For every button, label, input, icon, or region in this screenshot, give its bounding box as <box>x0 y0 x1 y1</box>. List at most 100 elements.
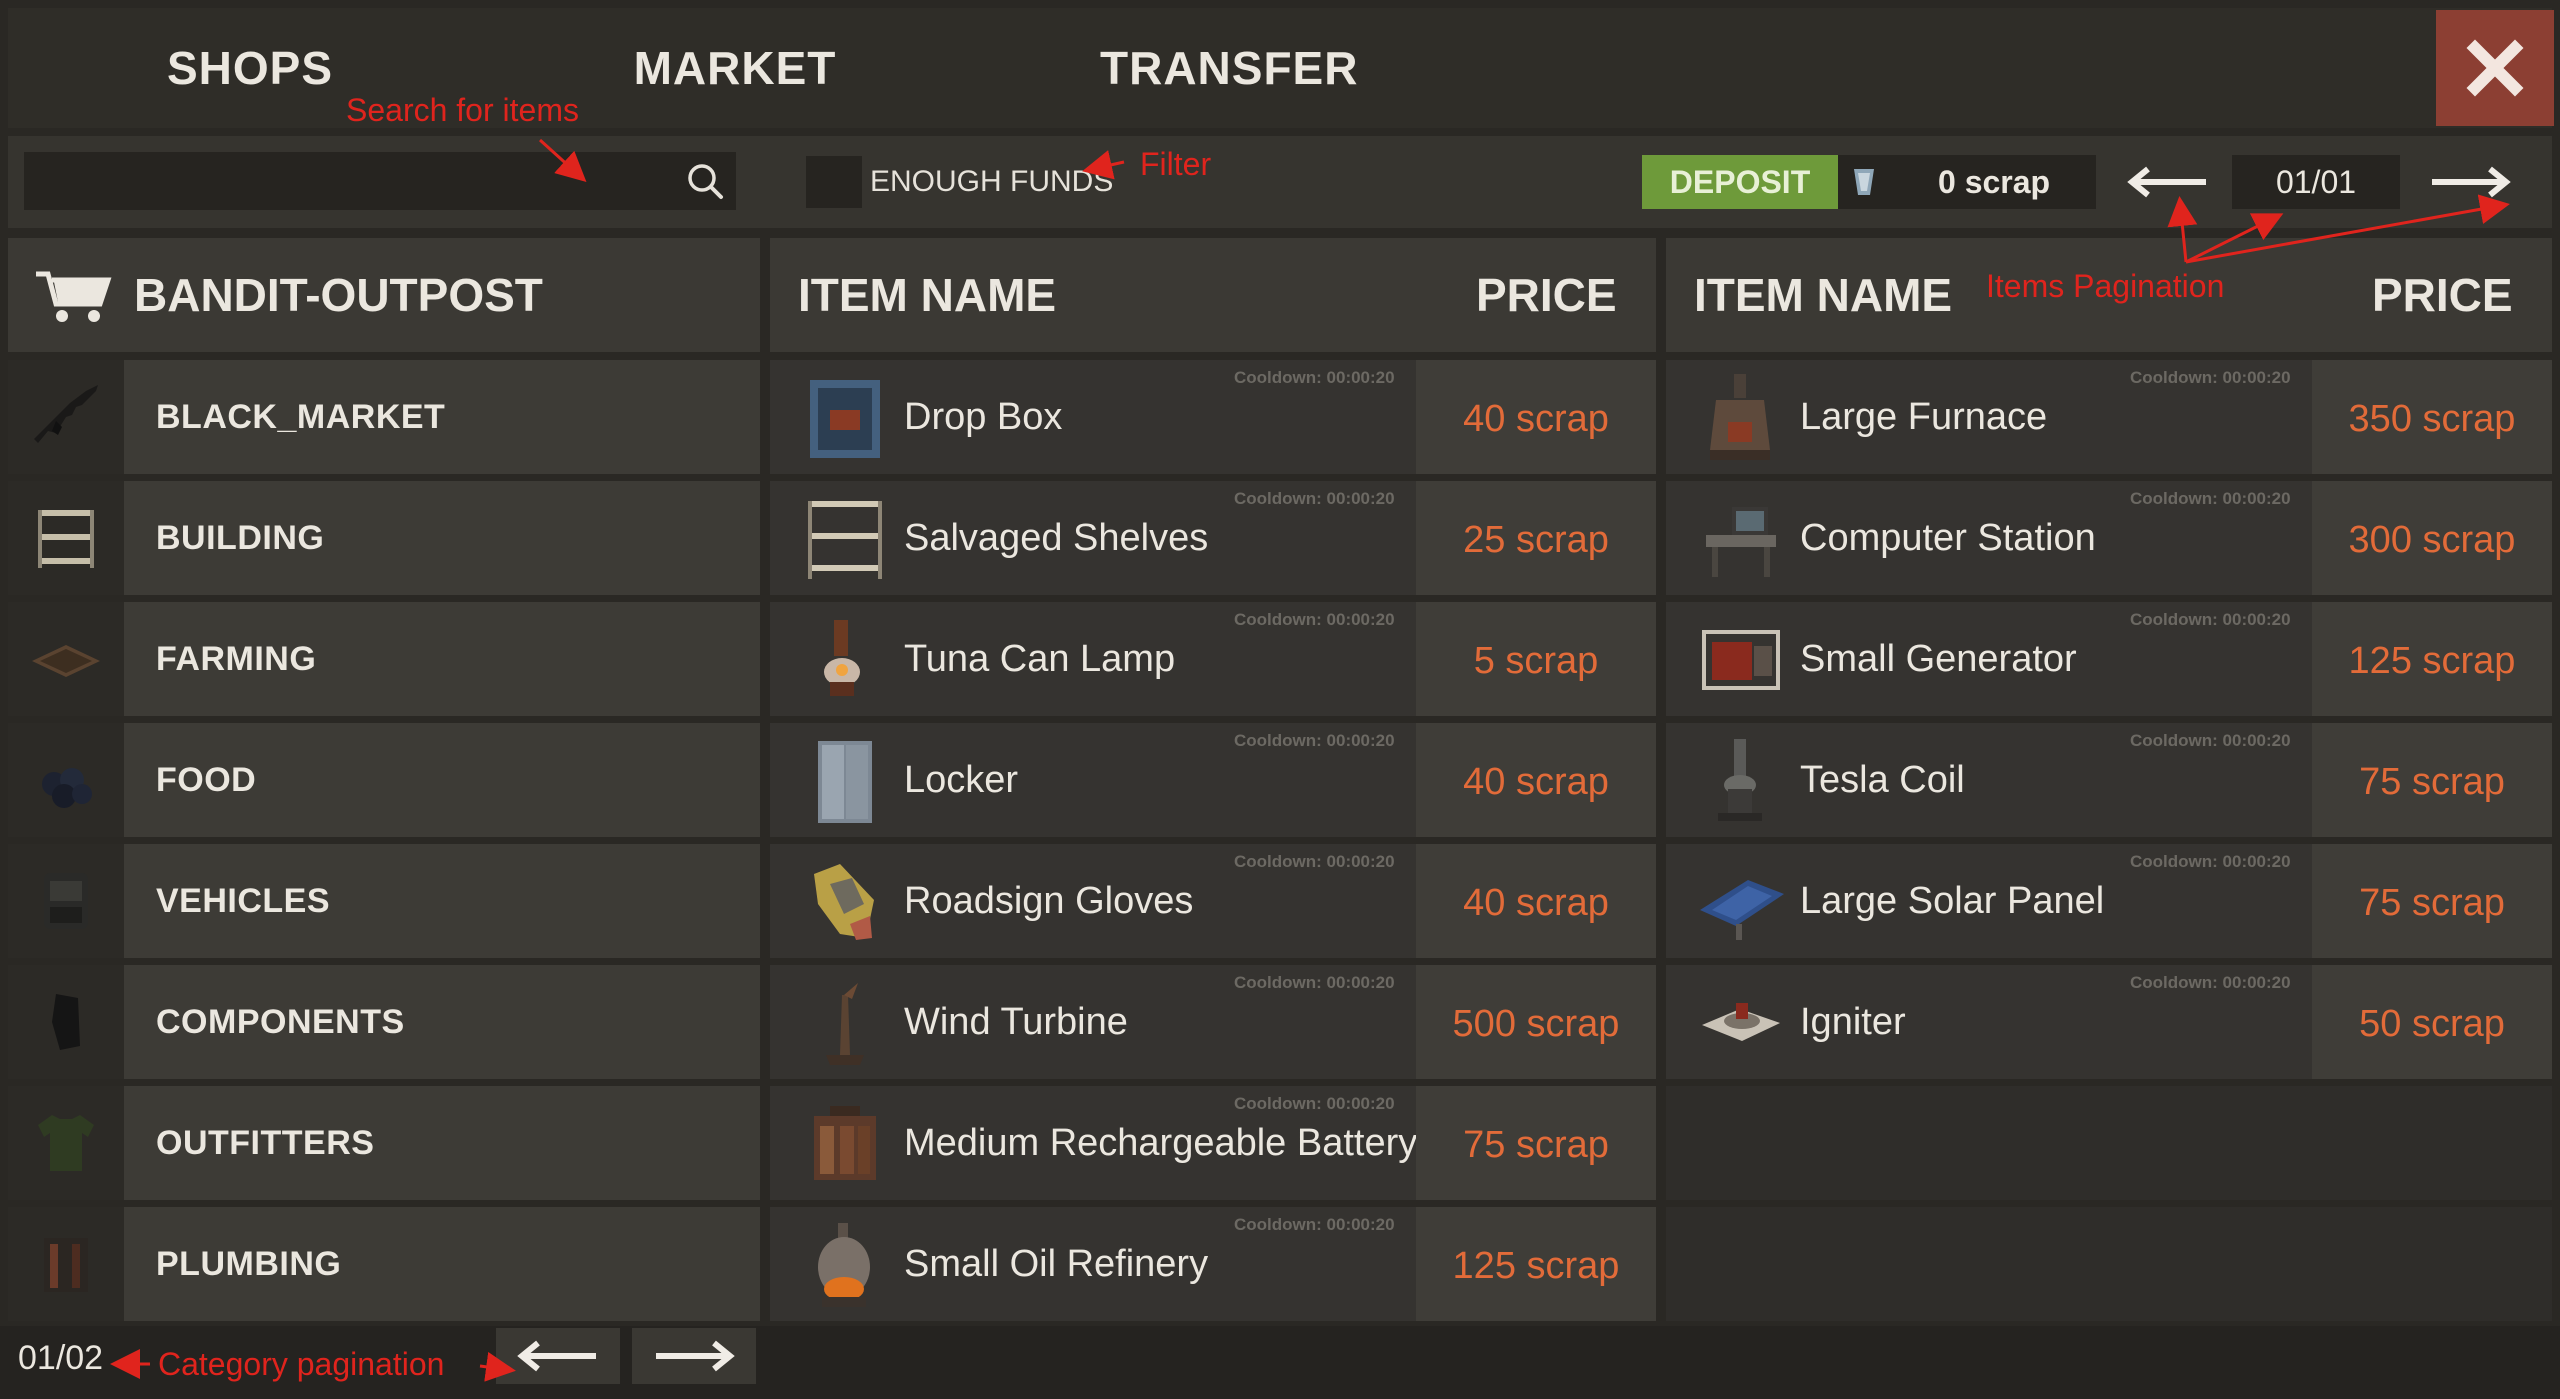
item-price: 75 scrap <box>1463 1124 1609 1166</box>
category-plumbing[interactable]: PLUMBING <box>8 1207 760 1321</box>
item-price: 350 scrap <box>2348 398 2516 440</box>
category-label: COMPONENTS <box>156 1003 405 1041</box>
item-row-tuna-can-lamp[interactable]: Tuna Can Lamp Cooldown: 00:00:20 5 scrap <box>770 602 1656 716</box>
item-cooldown: Cooldown: 00:00:20 <box>1234 852 1395 871</box>
empty-item-slot <box>1666 1086 2552 1200</box>
item-price: 25 scrap <box>1463 519 1609 561</box>
item-name: Wind Turbine <box>904 1001 1128 1043</box>
item-row-salvaged-shelves[interactable]: Salvaged Shelves Cooldown: 00:00:20 25 s… <box>770 481 1656 595</box>
shelves-icon <box>808 501 882 579</box>
search-icon[interactable] <box>684 160 726 202</box>
shirt-icon <box>38 1115 94 1171</box>
cart-icon <box>36 271 112 322</box>
tab-transfer[interactable]: TRANSFER <box>1100 8 1357 128</box>
item-price: 40 scrap <box>1463 882 1609 924</box>
item-name: Large Solar Panel <box>1800 880 2105 922</box>
item-price: 125 scrap <box>1452 1245 1620 1287</box>
category-page-indicator: 01/02 <box>18 1339 104 1377</box>
scrap-icon <box>1854 169 1874 195</box>
item-name: Tesla Coil <box>1800 759 1965 801</box>
item-row-roadsign-gloves[interactable]: Roadsign Gloves Cooldown: 00:00:20 40 sc… <box>770 844 1656 958</box>
item-name: Salvaged Shelves <box>904 517 1209 559</box>
enough-funds-checkbox[interactable] <box>806 156 862 208</box>
item-price: 50 scrap <box>2359 1003 2505 1045</box>
item-row-wind-turbine[interactable]: Wind Turbine Cooldown: 00:00:20 500 scra… <box>770 965 1656 1079</box>
solar-panel-icon <box>1700 880 1784 940</box>
category-outfitters[interactable]: OUTFITTERS <box>8 1086 760 1200</box>
item-row-computer-station[interactable]: Computer Station Cooldown: 00:00:20 300 … <box>1666 481 2552 595</box>
berries-icon <box>42 768 92 808</box>
item-price: 75 scrap <box>2359 882 2505 924</box>
wind-turbine-icon <box>826 983 864 1065</box>
item-name: Small Generator <box>1800 638 2077 680</box>
items-prev-page-button[interactable] <box>2118 155 2218 209</box>
category-label: OUTFITTERS <box>156 1124 375 1162</box>
search-input[interactable] <box>24 152 664 210</box>
item-row-small-generator[interactable]: Small Generator Cooldown: 00:00:20 125 s… <box>1666 602 2552 716</box>
item-price: 5 scrap <box>1473 640 1599 682</box>
category-prev-page-button[interactable] <box>496 1328 620 1384</box>
arrow-right-icon <box>656 1340 735 1372</box>
category-label: BUILDING <box>156 519 325 557</box>
rifle-icon <box>34 385 98 443</box>
price-header: PRICE <box>1476 269 1617 321</box>
category-label: BLACK_MARKET <box>156 398 446 436</box>
shop-name: BANDIT-OUTPOST <box>134 269 543 321</box>
item-row-igniter[interactable]: Igniter Cooldown: 00:00:20 50 scrap <box>1666 965 2552 1079</box>
tesla-coil-icon <box>1718 739 1762 821</box>
item-price: 40 scrap <box>1463 761 1609 803</box>
item-cooldown: Cooldown: 00:00:20 <box>2130 368 2291 387</box>
drop-box-icon <box>810 380 880 458</box>
items-next-page-button[interactable] <box>2420 155 2520 209</box>
category-label: VEHICLES <box>156 882 331 920</box>
item-name: Small Oil Refinery <box>904 1243 1209 1285</box>
scrap-balance: 0 scrap <box>1838 155 2096 209</box>
item-cooldown: Cooldown: 00:00:20 <box>1234 973 1395 992</box>
items-page-indicator: 01/01 <box>2232 155 2400 209</box>
item-name-header: ITEM NAME <box>798 269 1057 321</box>
item-row-drop-box[interactable]: Drop Box Cooldown: 00:00:20 40 scrap <box>770 360 1656 474</box>
annotation-items-pagination: Items Pagination <box>1986 268 2225 304</box>
item-row-locker[interactable]: Locker Cooldown: 00:00:20 40 scrap <box>770 723 1656 837</box>
tab-shops[interactable]: SHOPS <box>130 8 370 128</box>
category-food[interactable]: FOOD <box>8 723 760 837</box>
arrow-left-icon <box>2127 166 2206 198</box>
item-row-medium-rechargeable-battery[interactable]: Medium Rechargeable Battery Cooldown: 00… <box>770 1086 1656 1200</box>
gloves-icon <box>814 864 874 940</box>
item-cooldown: Cooldown: 00:00:20 <box>2130 852 2291 871</box>
category-components[interactable]: COMPONENTS <box>8 965 760 1079</box>
category-black-market[interactable]: BLACK_MARKET <box>8 360 760 474</box>
shelves-icon <box>38 510 94 568</box>
item-row-large-solar-panel[interactable]: Large Solar Panel Cooldown: 00:00:20 75 … <box>1666 844 2552 958</box>
item-cooldown: Cooldown: 00:00:20 <box>1234 1215 1395 1234</box>
item-row-small-oil-refinery[interactable]: Small Oil Refinery Cooldown: 00:00:20 12… <box>770 1207 1656 1321</box>
item-row-large-furnace[interactable]: Large Furnace Cooldown: 00:00:20 350 scr… <box>1666 360 2552 474</box>
item-cooldown: Cooldown: 00:00:20 <box>1234 610 1395 629</box>
item-name: Tuna Can Lamp <box>904 638 1176 680</box>
enough-funds-label: ENOUGH FUNDS <box>870 165 1114 198</box>
category-next-page-button[interactable] <box>632 1328 756 1384</box>
close-icon <box>2466 39 2524 97</box>
deposit-button[interactable]: DEPOSIT <box>1642 155 1838 209</box>
item-cooldown: Cooldown: 00:00:20 <box>2130 973 2291 992</box>
pump-icon <box>44 1238 88 1292</box>
shop-header: BANDIT-OUTPOST <box>8 238 760 352</box>
oil-refinery-icon <box>818 1223 870 1307</box>
item-cooldown: Cooldown: 00:00:20 <box>2130 489 2291 508</box>
item-row-tesla-coil[interactable]: Tesla Coil Cooldown: 00:00:20 75 scrap <box>1666 723 2552 837</box>
furnace-icon <box>1710 374 1770 460</box>
category-building[interactable]: BUILDING <box>8 481 760 595</box>
item-name-header: ITEM NAME <box>1694 269 1953 321</box>
item-price: 40 scrap <box>1463 398 1609 440</box>
close-button[interactable] <box>2436 10 2554 126</box>
igniter-icon <box>1702 1003 1780 1041</box>
generator-icon <box>1702 630 1780 690</box>
category-farming[interactable]: FARMING <box>8 602 760 716</box>
item-name: Locker <box>904 759 1019 801</box>
item-cooldown: Cooldown: 00:00:20 <box>1234 368 1395 387</box>
tab-market[interactable]: MARKET <box>615 8 855 128</box>
lamp-icon <box>824 620 860 696</box>
item-cooldown: Cooldown: 00:00:20 <box>1234 731 1395 750</box>
item-cooldown: Cooldown: 00:00:20 <box>1234 1094 1395 1113</box>
category-vehicles[interactable]: VEHICLES <box>8 844 760 958</box>
